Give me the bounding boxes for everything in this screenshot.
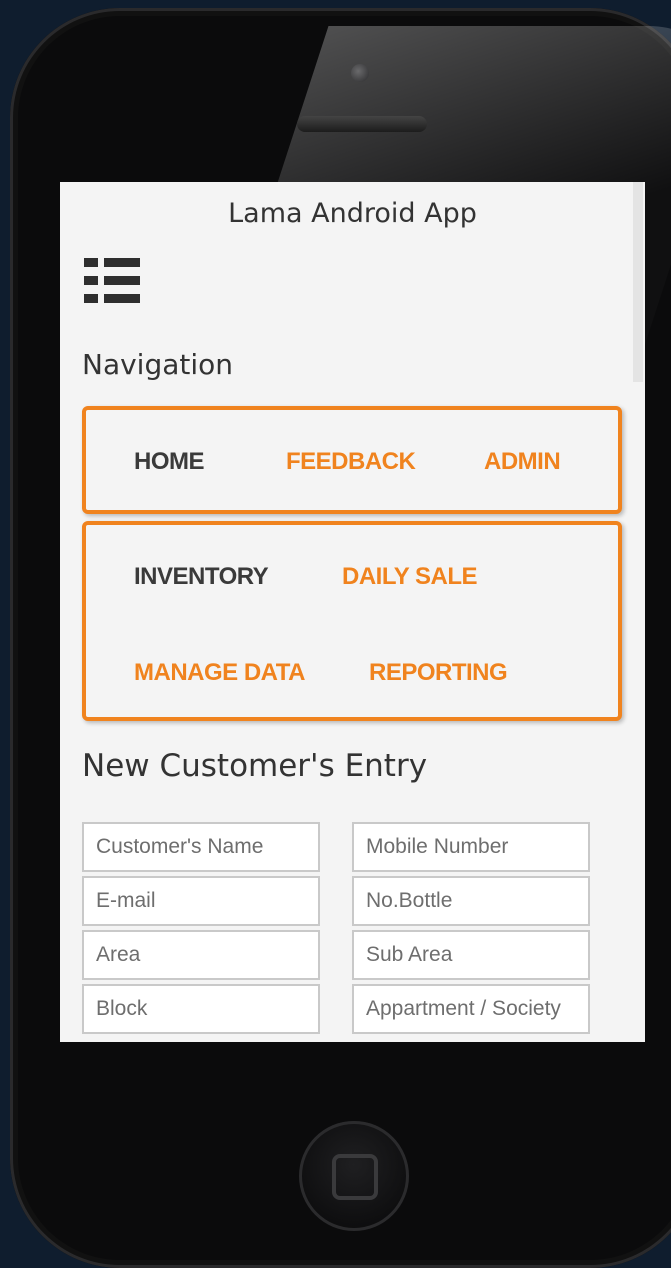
screen-scrollbar[interactable] bbox=[633, 182, 643, 382]
front-camera bbox=[351, 64, 369, 82]
nav-box-secondary: INVENTORY DAILY SALE MANAGE DATA REPORTI… bbox=[82, 521, 622, 721]
customer-name-input[interactable] bbox=[82, 822, 320, 872]
nav-daily-sale[interactable]: DAILY SALE bbox=[342, 563, 478, 591]
home-button[interactable] bbox=[299, 1121, 409, 1231]
nav-feedback[interactable]: FEEDBACK bbox=[286, 448, 416, 476]
home-square-icon bbox=[332, 1154, 378, 1200]
sub-area-input[interactable] bbox=[352, 930, 590, 980]
nav-box-primary: HOME FEEDBACK ADMIN bbox=[82, 406, 622, 514]
nav-reporting[interactable]: REPORTING bbox=[369, 659, 508, 687]
nav-inventory[interactable]: INVENTORY bbox=[134, 563, 269, 591]
block-input[interactable] bbox=[82, 984, 320, 1034]
earpiece-speaker bbox=[297, 116, 427, 132]
nav-manage-data[interactable]: MANAGE DATA bbox=[134, 659, 305, 687]
area-input[interactable] bbox=[82, 930, 320, 980]
mobile-number-input[interactable] bbox=[352, 822, 590, 872]
appartment-society-input[interactable] bbox=[352, 984, 590, 1034]
no-bottle-input[interactable] bbox=[352, 876, 590, 926]
app-title: Lama Android App bbox=[228, 198, 477, 229]
nav-admin[interactable]: ADMIN bbox=[484, 448, 561, 476]
navigation-heading: Navigation bbox=[82, 348, 234, 381]
email-input[interactable] bbox=[82, 876, 320, 926]
new-customer-heading: New Customer's Entry bbox=[82, 748, 428, 784]
app-screen: Lama Android App Navigation HOME FEEDBAC… bbox=[60, 182, 645, 1042]
menu-list-icon[interactable] bbox=[84, 256, 140, 306]
nav-home[interactable]: HOME bbox=[134, 448, 205, 476]
